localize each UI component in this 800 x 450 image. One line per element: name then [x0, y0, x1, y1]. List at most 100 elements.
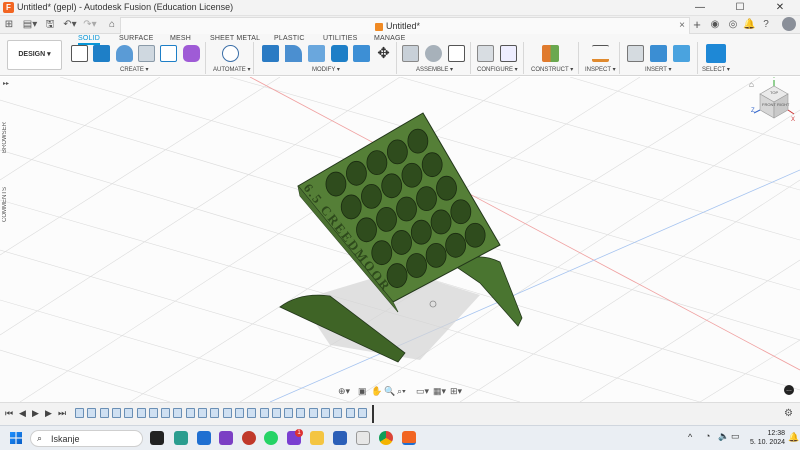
as-built-joint-icon[interactable] [448, 45, 465, 62]
automate-icon[interactable] [222, 45, 239, 62]
add-tab-icon[interactable]: + [690, 18, 704, 32]
configure-group-label[interactable]: CONFIGURE ▾ [477, 66, 518, 73]
modify-group-label[interactable]: MODIFY ▾ [312, 66, 340, 73]
app-icon-feather[interactable] [356, 431, 370, 445]
chat-icon[interactable]: … [784, 385, 794, 395]
timeline-back-icon[interactable]: ◀ [19, 408, 26, 419]
press-pull-icon[interactable] [262, 45, 279, 62]
pan-icon[interactable]: ✋ [371, 386, 382, 397]
viewcube-right-label[interactable]: RIGHT [777, 102, 789, 107]
insert-mesh-icon[interactable] [650, 45, 667, 62]
widgets-icon[interactable] [174, 431, 188, 445]
combine-icon[interactable] [353, 45, 370, 62]
whatsapp-icon[interactable] [264, 431, 278, 445]
undo-icon[interactable]: ↶▾ [62, 18, 78, 32]
chrome-icon[interactable] [379, 431, 393, 445]
timeline-feature[interactable] [271, 408, 281, 418]
create-sketch-icon[interactable] [71, 45, 88, 62]
maximize-button[interactable]: ☐ [720, 0, 760, 16]
construct-group-label[interactable]: CONSTRUCT ▾ [531, 66, 573, 73]
insert-group-label[interactable]: INSERT ▾ [645, 66, 671, 73]
display-settings-icon[interactable]: ▭▾ [416, 386, 429, 397]
expand-panel-icon[interactable]: ▸▸ [3, 80, 9, 87]
tab-mesh[interactable]: MESH [170, 35, 191, 42]
extensions-icon[interactable]: ◉ [709, 18, 721, 32]
comments-panel-tab[interactable]: COMMENTS [2, 187, 8, 222]
timeline-feature[interactable] [111, 408, 121, 418]
timeline-feature[interactable] [173, 408, 183, 418]
taskbar-search[interactable]: ⌕ Iskanje [30, 430, 143, 447]
form-icon[interactable] [183, 45, 200, 62]
grid-settings-icon[interactable]: ▦▾ [433, 386, 446, 397]
canvas-icon[interactable] [673, 45, 690, 62]
grid-icon[interactable]: ⊞ [3, 18, 15, 32]
measure-icon[interactable] [592, 45, 609, 62]
timeline-feature[interactable] [222, 408, 232, 418]
shell-icon[interactable] [331, 45, 348, 62]
revolve-icon[interactable] [116, 45, 133, 62]
notification-center-icon[interactable]: 🔔 [788, 432, 799, 443]
document-tab[interactable]: Untitled* × [120, 17, 690, 34]
extrude-icon[interactable] [93, 45, 110, 62]
configuration-table-icon[interactable] [500, 45, 517, 62]
fusion-taskbar-icon[interactable] [402, 431, 416, 445]
hole-icon[interactable] [138, 45, 155, 62]
workspace-switcher[interactable]: DESIGN ▾ [7, 40, 62, 70]
timeline-feature[interactable] [234, 408, 244, 418]
help-icon[interactable]: ? [760, 18, 772, 32]
3d-viewport[interactable]: 6.5 CREEDMOOR TOP FRONT RIGHT Y Z X ⌂ … [0, 77, 800, 402]
zoom-window-icon[interactable]: ⌕▾ [397, 386, 406, 397]
battery-icon[interactable]: ▭ [731, 431, 740, 442]
timeline-feature[interactable] [259, 408, 269, 418]
close-window-button[interactable]: ✕ [760, 0, 800, 16]
timeline-feature[interactable] [161, 408, 171, 418]
file-menu-icon[interactable]: ▤▾ [22, 18, 38, 32]
insert-derive-icon[interactable] [627, 45, 644, 62]
copilot-icon[interactable] [197, 431, 211, 445]
tab-manage[interactable]: MANAGE [374, 35, 406, 42]
home-icon[interactable]: ⌂ [106, 18, 118, 32]
pattern-icon[interactable] [160, 45, 177, 62]
word-icon[interactable] [333, 431, 347, 445]
viewcube-top-label[interactable]: TOP [770, 90, 778, 95]
close-tab-icon[interactable]: × [679, 20, 685, 31]
create-group-label[interactable]: CREATE ▾ [120, 66, 149, 73]
look-at-icon[interactable]: ▣ [358, 386, 367, 397]
timeline-play-icon[interactable]: ▶ [32, 408, 39, 419]
timeline-feature[interactable] [333, 408, 343, 418]
visual-studio-icon[interactable] [219, 431, 233, 445]
timeline-settings-icon[interactable]: ⚙ [784, 408, 793, 419]
chamfer-icon[interactable] [308, 45, 325, 62]
timeline-feature[interactable] [345, 408, 355, 418]
system-clock[interactable]: 12:38 5. 10. 2024 [745, 429, 785, 447]
timeline-forward-icon[interactable]: ▶ [45, 408, 52, 419]
timeline-feature[interactable] [247, 408, 257, 418]
tab-plastic[interactable]: PLASTIC [274, 35, 305, 42]
file-explorer-icon[interactable] [310, 431, 324, 445]
offset-plane-icon[interactable] [542, 45, 559, 62]
model-canvas[interactable]: 6.5 CREEDMOOR [0, 77, 800, 402]
tab-sheet-metal[interactable]: SHEET METAL [210, 35, 260, 42]
configure-icon[interactable] [477, 45, 494, 62]
volume-icon[interactable]: 🔈 [718, 431, 729, 442]
timeline-feature[interactable] [136, 408, 146, 418]
redo-icon[interactable]: ↷▾ [82, 18, 98, 32]
minimize-button[interactable]: — [680, 0, 720, 16]
move-icon[interactable]: ✥ [375, 45, 392, 62]
job-status-icon[interactable]: ◎ [727, 18, 739, 32]
save-icon[interactable]: 🖫 [44, 18, 56, 32]
select-icon[interactable] [706, 44, 726, 63]
task-view-icon[interactable] [150, 431, 164, 445]
viewports-icon[interactable]: ⊞▾ [450, 386, 462, 397]
new-component-icon[interactable] [402, 45, 419, 62]
tray-overflow-icon[interactable]: ^ [688, 432, 692, 442]
timeline-end-icon[interactable]: ⏭ [58, 408, 66, 419]
timeline-feature[interactable] [75, 408, 84, 418]
timeline-feature[interactable] [148, 408, 158, 418]
timeline-feature[interactable] [198, 408, 207, 418]
joint-icon[interactable] [425, 45, 442, 62]
tab-utilities[interactable]: UTILITIES [323, 35, 357, 42]
timeline-feature[interactable] [321, 408, 330, 418]
timeline-feature[interactable] [296, 408, 306, 418]
timeline-feature[interactable] [185, 408, 195, 418]
